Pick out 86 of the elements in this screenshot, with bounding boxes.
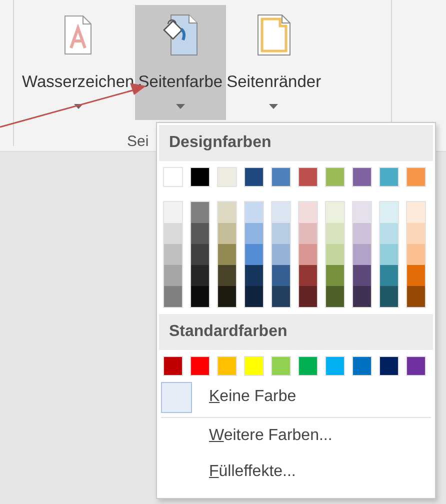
color-swatch[interactable] <box>245 265 263 286</box>
color-swatch[interactable] <box>407 244 425 265</box>
color-swatch[interactable] <box>407 202 425 223</box>
color-swatch[interactable] <box>190 356 210 376</box>
color-swatch[interactable] <box>299 223 317 244</box>
color-swatch[interactable] <box>380 286 398 307</box>
color-swatch[interactable] <box>191 223 209 244</box>
section-header: Standardfarben <box>159 314 433 350</box>
color-swatch[interactable] <box>191 265 209 286</box>
color-swatch[interactable] <box>326 244 344 265</box>
ribbon-button[interactable]: Wasserzeichen <box>21 5 136 120</box>
caret-icon <box>74 104 83 109</box>
color-swatch[interactable] <box>380 244 398 265</box>
color-swatch[interactable] <box>272 286 290 307</box>
color-swatch[interactable] <box>406 167 426 187</box>
color-swatch[interactable] <box>218 265 236 286</box>
color-swatch[interactable] <box>325 356 345 376</box>
color-swatch[interactable] <box>191 202 209 223</box>
color-swatch[interactable] <box>164 223 182 244</box>
menu-item[interactable]: Weitere Farben... <box>159 418 433 454</box>
color-swatch[interactable] <box>326 265 344 286</box>
caret-icon <box>269 104 278 109</box>
color-swatch[interactable] <box>244 356 264 376</box>
color-swatch[interactable] <box>299 244 317 265</box>
paint-bucket-page-icon <box>162 13 198 57</box>
color-swatch[interactable] <box>352 356 372 376</box>
color-swatch[interactable] <box>218 202 236 223</box>
color-swatch[interactable] <box>272 202 290 223</box>
color-swatch[interactable] <box>326 202 344 223</box>
color-swatch[interactable] <box>218 286 236 307</box>
color-swatch[interactable] <box>164 244 182 265</box>
color-swatch[interactable] <box>299 286 317 307</box>
color-swatch[interactable] <box>245 286 263 307</box>
color-swatch[interactable] <box>380 202 398 223</box>
color-swatch[interactable] <box>353 244 371 265</box>
color-swatch[interactable] <box>272 223 290 244</box>
ribbon-button[interactable]: Seitenränder <box>226 5 322 120</box>
menu-item[interactable]: Keine Farbe <box>192 381 296 413</box>
watermark-page-icon <box>64 13 92 57</box>
color-swatch[interactable] <box>325 167 345 187</box>
color-swatch[interactable] <box>326 223 344 244</box>
color-swatch[interactable] <box>163 167 183 187</box>
color-swatch[interactable] <box>163 356 183 376</box>
color-swatch[interactable] <box>191 286 209 307</box>
color-swatch[interactable] <box>190 167 210 187</box>
color-swatch[interactable] <box>326 286 344 307</box>
color-swatch[interactable] <box>272 244 290 265</box>
empty-swatch-icon <box>161 382 192 412</box>
color-swatch[interactable] <box>379 167 399 187</box>
color-swatch[interactable] <box>298 167 318 187</box>
color-swatch[interactable] <box>406 356 426 376</box>
color-swatch[interactable] <box>407 265 425 286</box>
color-swatch[interactable] <box>164 265 182 286</box>
color-swatch[interactable] <box>379 356 399 376</box>
color-swatch[interactable] <box>271 167 291 187</box>
color-swatch[interactable] <box>191 244 209 265</box>
color-swatch[interactable] <box>218 244 236 265</box>
color-swatch[interactable] <box>245 244 263 265</box>
color-swatch[interactable] <box>299 265 317 286</box>
color-swatch[interactable] <box>353 265 371 286</box>
ribbon-button[interactable]: Seitenfarbe <box>135 5 226 120</box>
color-swatch[interactable] <box>380 223 398 244</box>
caret-icon <box>176 104 185 109</box>
color-swatch[interactable] <box>272 265 290 286</box>
color-swatch[interactable] <box>353 223 371 244</box>
color-swatch[interactable] <box>244 167 264 187</box>
color-swatch[interactable] <box>245 202 263 223</box>
group-label: Sei <box>127 133 149 150</box>
color-swatch[interactable] <box>164 286 182 307</box>
color-swatch[interactable] <box>299 202 317 223</box>
page-border-icon <box>256 13 291 57</box>
menu-item[interactable]: Fülleffekte... <box>159 454 433 490</box>
color-swatch[interactable] <box>352 167 372 187</box>
color-swatch[interactable] <box>298 356 318 376</box>
color-swatch[interactable] <box>164 202 182 223</box>
color-swatch[interactable] <box>218 223 236 244</box>
section-header: Designfarben <box>159 125 433 161</box>
color-swatch[interactable] <box>353 286 371 307</box>
color-swatch[interactable] <box>245 223 263 244</box>
color-swatch[interactable] <box>353 202 371 223</box>
color-swatch[interactable] <box>271 356 291 376</box>
color-swatch[interactable] <box>380 265 398 286</box>
color-swatch[interactable] <box>217 167 237 187</box>
color-swatch[interactable] <box>407 223 425 244</box>
color-swatch[interactable] <box>407 286 425 307</box>
color-swatch[interactable] <box>217 356 237 376</box>
